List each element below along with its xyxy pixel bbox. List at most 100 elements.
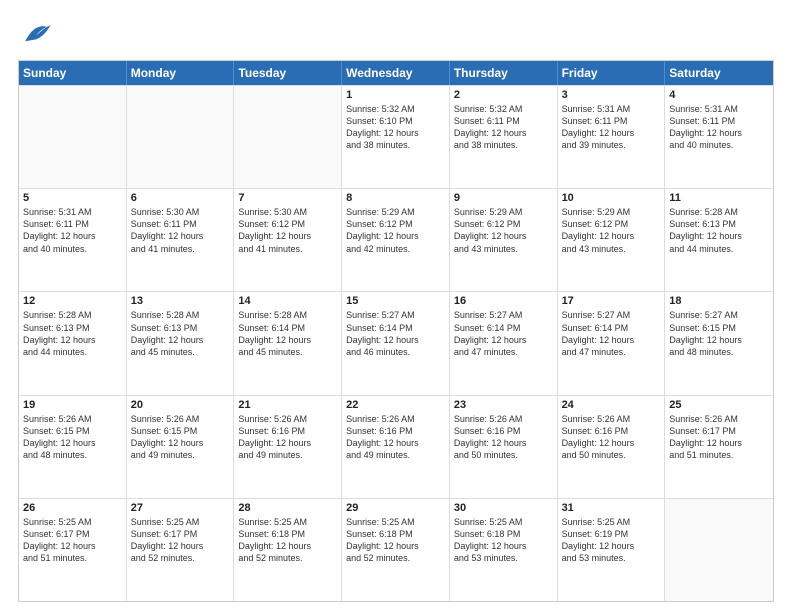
cell-info: Sunrise: 5:26 AM Sunset: 6:16 PM Dayligh… <box>346 413 445 462</box>
logo-icon <box>18 16 54 52</box>
cal-header-day: Thursday <box>450 61 558 85</box>
cell-info: Sunrise: 5:27 AM Sunset: 6:14 PM Dayligh… <box>562 309 661 358</box>
day-number: 27 <box>131 502 230 514</box>
day-number: 5 <box>23 192 122 204</box>
cell-info: Sunrise: 5:26 AM Sunset: 6:16 PM Dayligh… <box>454 413 553 462</box>
cell-info: Sunrise: 5:28 AM Sunset: 6:13 PM Dayligh… <box>669 206 769 255</box>
day-number: 10 <box>562 192 661 204</box>
day-number: 8 <box>346 192 445 204</box>
cal-cell: 11 Sunrise: 5:28 AM Sunset: 6:13 PM Dayli… <box>665 189 773 291</box>
cell-info: Sunrise: 5:29 AM Sunset: 6:12 PM Dayligh… <box>346 206 445 255</box>
day-number: 18 <box>669 295 769 307</box>
calendar-header: SundayMondayTuesdayWednesdayThursdayFrid… <box>19 61 773 85</box>
cell-info: Sunrise: 5:26 AM Sunset: 6:15 PM Dayligh… <box>23 413 122 462</box>
cal-header-day: Sunday <box>19 61 127 85</box>
cal-cell: 9 Sunrise: 5:29 AM Sunset: 6:12 PM Daylig… <box>450 189 558 291</box>
cal-cell: 13 Sunrise: 5:28 AM Sunset: 6:13 PM Dayli… <box>127 292 235 394</box>
day-number: 19 <box>23 399 122 411</box>
header <box>18 16 774 52</box>
day-number: 31 <box>562 502 661 514</box>
cal-cell: 14 Sunrise: 5:28 AM Sunset: 6:14 PM Dayli… <box>234 292 342 394</box>
day-number: 9 <box>454 192 553 204</box>
day-number: 29 <box>346 502 445 514</box>
cell-info: Sunrise: 5:30 AM Sunset: 6:11 PM Dayligh… <box>131 206 230 255</box>
cell-info: Sunrise: 5:30 AM Sunset: 6:12 PM Dayligh… <box>238 206 337 255</box>
cell-info: Sunrise: 5:31 AM Sunset: 6:11 PM Dayligh… <box>562 103 661 152</box>
cell-info: Sunrise: 5:32 AM Sunset: 6:11 PM Dayligh… <box>454 103 553 152</box>
day-number: 2 <box>454 89 553 101</box>
calendar-body: 1Sunrise: 5:32 AM Sunset: 6:10 PM Daylig… <box>19 85 773 601</box>
day-number: 6 <box>131 192 230 204</box>
cal-header-day: Monday <box>127 61 235 85</box>
cell-info: Sunrise: 5:31 AM Sunset: 6:11 PM Dayligh… <box>669 103 769 152</box>
cell-info: Sunrise: 5:28 AM Sunset: 6:14 PM Dayligh… <box>238 309 337 358</box>
day-number: 12 <box>23 295 122 307</box>
day-number: 22 <box>346 399 445 411</box>
cell-info: Sunrise: 5:26 AM Sunset: 6:16 PM Dayligh… <box>562 413 661 462</box>
cell-info: Sunrise: 5:26 AM Sunset: 6:17 PM Dayligh… <box>669 413 769 462</box>
cell-info: Sunrise: 5:32 AM Sunset: 6:10 PM Dayligh… <box>346 103 445 152</box>
cal-cell: 1Sunrise: 5:32 AM Sunset: 6:10 PM Daylig… <box>342 86 450 188</box>
cal-cell: 29Sunrise: 5:25 AM Sunset: 6:18 PM Dayli… <box>342 499 450 601</box>
cal-cell: 17 Sunrise: 5:27 AM Sunset: 6:14 PM Dayli… <box>558 292 666 394</box>
cal-week-row: 26 Sunrise: 5:25 AM Sunset: 6:17 PM Dayli… <box>19 498 773 601</box>
cal-cell: 18 Sunrise: 5:27 AM Sunset: 6:15 PM Dayli… <box>665 292 773 394</box>
day-number: 17 <box>562 295 661 307</box>
cell-info: Sunrise: 5:29 AM Sunset: 6:12 PM Dayligh… <box>562 206 661 255</box>
cell-info: Sunrise: 5:25 AM Sunset: 6:18 PM Dayligh… <box>454 516 553 565</box>
cal-cell: 26 Sunrise: 5:25 AM Sunset: 6:17 PM Dayli… <box>19 499 127 601</box>
cal-header-day: Friday <box>558 61 666 85</box>
cal-week-row: 5 Sunrise: 5:31 AM Sunset: 6:11 PM Daylig… <box>19 188 773 291</box>
day-number: 3 <box>562 89 661 101</box>
cell-info: Sunrise: 5:31 AM Sunset: 6:11 PM Dayligh… <box>23 206 122 255</box>
cal-cell: 28 Sunrise: 5:25 AM Sunset: 6:18 PM Dayli… <box>234 499 342 601</box>
cal-cell: 4 Sunrise: 5:31 AM Sunset: 6:11 PM Daylig… <box>665 86 773 188</box>
day-number: 7 <box>238 192 337 204</box>
cal-cell: 16 Sunrise: 5:27 AM Sunset: 6:14 PM Dayli… <box>450 292 558 394</box>
cell-info: Sunrise: 5:28 AM Sunset: 6:13 PM Dayligh… <box>23 309 122 358</box>
logo <box>18 16 58 52</box>
day-number: 14 <box>238 295 337 307</box>
day-number: 13 <box>131 295 230 307</box>
cal-cell: 3 Sunrise: 5:31 AM Sunset: 6:11 PM Daylig… <box>558 86 666 188</box>
cell-info: Sunrise: 5:29 AM Sunset: 6:12 PM Dayligh… <box>454 206 553 255</box>
cal-cell: 31Sunrise: 5:25 AM Sunset: 6:19 PM Dayli… <box>558 499 666 601</box>
day-number: 23 <box>454 399 553 411</box>
day-number: 26 <box>23 502 122 514</box>
cal-cell: 21Sunrise: 5:26 AM Sunset: 6:16 PM Dayli… <box>234 396 342 498</box>
day-number: 16 <box>454 295 553 307</box>
cal-cell: 8 Sunrise: 5:29 AM Sunset: 6:12 PM Daylig… <box>342 189 450 291</box>
cal-cell: 5 Sunrise: 5:31 AM Sunset: 6:11 PM Daylig… <box>19 189 127 291</box>
day-number: 15 <box>346 295 445 307</box>
cal-week-row: 12 Sunrise: 5:28 AM Sunset: 6:13 PM Dayli… <box>19 291 773 394</box>
day-number: 28 <box>238 502 337 514</box>
cal-header-day: Wednesday <box>342 61 450 85</box>
cal-header-day: Saturday <box>665 61 773 85</box>
cal-cell: 30 Sunrise: 5:25 AM Sunset: 6:18 PM Dayli… <box>450 499 558 601</box>
cal-cell <box>234 86 342 188</box>
cell-info: Sunrise: 5:25 AM Sunset: 6:18 PM Dayligh… <box>238 516 337 565</box>
cal-week-row: 1Sunrise: 5:32 AM Sunset: 6:10 PM Daylig… <box>19 85 773 188</box>
cal-cell <box>19 86 127 188</box>
page: SundayMondayTuesdayWednesdayThursdayFrid… <box>0 0 792 612</box>
day-number: 30 <box>454 502 553 514</box>
cal-cell: 15 Sunrise: 5:27 AM Sunset: 6:14 PM Dayli… <box>342 292 450 394</box>
cell-info: Sunrise: 5:28 AM Sunset: 6:13 PM Dayligh… <box>131 309 230 358</box>
day-number: 25 <box>669 399 769 411</box>
cal-cell <box>127 86 235 188</box>
day-number: 20 <box>131 399 230 411</box>
day-number: 4 <box>669 89 769 101</box>
cell-info: Sunrise: 5:27 AM Sunset: 6:15 PM Dayligh… <box>669 309 769 358</box>
day-number: 11 <box>669 192 769 204</box>
day-number: 24 <box>562 399 661 411</box>
cell-info: Sunrise: 5:25 AM Sunset: 6:17 PM Dayligh… <box>131 516 230 565</box>
cell-info: Sunrise: 5:27 AM Sunset: 6:14 PM Dayligh… <box>454 309 553 358</box>
cal-cell: 7 Sunrise: 5:30 AM Sunset: 6:12 PM Daylig… <box>234 189 342 291</box>
cell-info: Sunrise: 5:27 AM Sunset: 6:14 PM Dayligh… <box>346 309 445 358</box>
calendar: SundayMondayTuesdayWednesdayThursdayFrid… <box>18 60 774 602</box>
cal-cell: 24 Sunrise: 5:26 AM Sunset: 6:16 PM Dayli… <box>558 396 666 498</box>
cal-cell: 6 Sunrise: 5:30 AM Sunset: 6:11 PM Daylig… <box>127 189 235 291</box>
cell-info: Sunrise: 5:26 AM Sunset: 6:16 PM Dayligh… <box>238 413 337 462</box>
cell-info: Sunrise: 5:25 AM Sunset: 6:17 PM Dayligh… <box>23 516 122 565</box>
cal-cell: 10 Sunrise: 5:29 AM Sunset: 6:12 PM Dayli… <box>558 189 666 291</box>
